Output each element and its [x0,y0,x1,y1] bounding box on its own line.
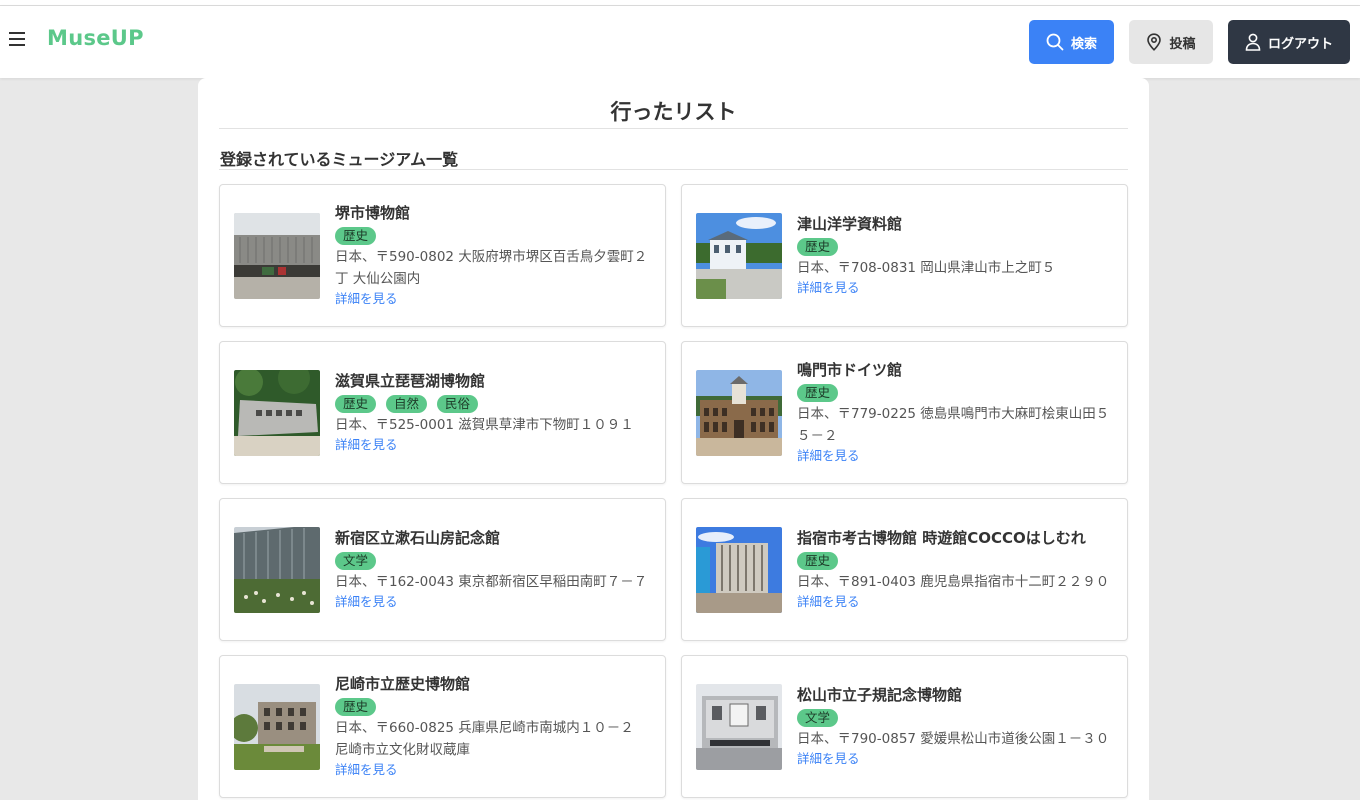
museum-name: 松山市立子規記念博物館 [797,686,963,704]
museum-name: 堺市博物館 [335,204,411,222]
post-button[interactable]: 投稿 [1129,20,1213,64]
page-title: 行ったリスト [610,100,737,124]
museum-card[interactable]: 尼崎市立歴史博物館 歴史 日本、〒660-0825 兵庫県尼崎市南城内１０－２ … [219,655,666,798]
museum-card[interactable]: 新宿区立漱石山房記念館 文学 日本、〒162-0043 東京都新宿区早稲田南町７… [219,498,666,641]
tag-list: 歴史 [335,227,651,245]
details-link[interactable]: 詳細を見る [797,279,1113,297]
category-tag: 歴史 [335,395,377,413]
search-button-label: 検索 [1070,36,1097,52]
tag-list: 文学 [335,552,651,570]
category-tag: 文学 [335,552,377,570]
details-link[interactable]: 詳細を見る [335,761,651,779]
museum-photo [234,526,320,613]
museum-address: 日本、〒708-0831 岡山県津山市上之町５ [797,260,1056,276]
museum-grid: 堺市博物館 歴史 日本、〒590-0802 大阪府堺市堺区百舌鳥夕雲町２丁 大仙… [219,184,1128,798]
museum-name: 津山洋学資料館 [797,215,903,233]
category-tag: 歴史 [797,552,839,570]
museum-name: 指宿市考古博物館 時遊館COCCOはしむれ [797,529,1086,547]
logout-button[interactable]: ログアウト [1228,20,1350,64]
museum-address: 日本、〒790-0857 愛媛県松山市道後公園１－３０ [797,731,1110,747]
menu-icon[interactable] [9,32,25,46]
tag-list: 文学 [797,709,1113,727]
museum-card[interactable]: 松山市立子規記念博物館 文学 日本、〒790-0857 愛媛県松山市道後公園１－… [681,655,1128,798]
tag-list: 歴史 [797,238,1113,256]
category-tag: 歴史 [335,698,377,716]
museum-photo [696,369,782,456]
tag-list: 歴史 [797,384,1113,402]
museum-address: 日本、〒891-0403 鹿児島県指宿市十二町２２９０ [797,574,1110,590]
details-link[interactable]: 詳細を見る [797,593,1113,611]
category-tag: 歴史 [797,384,839,402]
category-tag: 歴史 [797,238,839,256]
museum-photo [234,369,320,456]
museum-address: 日本、〒525-0001 滋賀県草津市下物町１０９１ [335,417,634,433]
details-link[interactable]: 詳細を見る [335,290,651,308]
museum-name: 鳴門市ドイツ館 [797,361,903,379]
tag-list: 歴史 [335,698,651,716]
museum-address: 日本、〒162-0043 東京都新宿区早稲田南町７－７ [335,574,648,590]
museum-address: 日本、〒779-0225 徳島県鳴門市大麻町桧東山田５５－２ [797,406,1110,444]
museum-address: 日本、〒590-0802 大阪府堺市堺区百舌鳥夕雲町２丁 大仙公園内 [335,249,648,287]
search-button[interactable]: 検索 [1029,20,1114,64]
app-header: MuseUP 検索 投稿 ログアウト [0,6,1360,78]
logout-button-label: ログアウト [1267,36,1333,52]
app-logo[interactable]: MuseUP [47,26,144,50]
details-link[interactable]: 詳細を見る [797,750,1113,768]
museum-photo [234,212,320,299]
museum-photo [234,683,320,770]
map-pin-icon [1147,33,1162,51]
section-title: 登録されているミュージアム一覧 [220,150,459,169]
section-divider [219,169,1128,170]
visited-list-panel: 行ったリスト 登録されているミュージアム一覧 堺市博物館 歴史 日本、〒590-… [198,78,1149,800]
tag-list: 歴史 自然 民俗 [335,395,651,413]
museum-name: 新宿区立漱石山房記念館 [335,529,501,547]
museum-name: 滋賀県立琵琶湖博物館 [335,372,486,390]
museum-photo [696,212,782,299]
museum-card[interactable]: 鳴門市ドイツ館 歴史 日本、〒779-0225 徳島県鳴門市大麻町桧東山田５５－… [681,341,1128,484]
museum-card[interactable]: 滋賀県立琵琶湖博物館 歴史 自然 民俗 日本、〒525-0001 滋賀県草津市下… [219,341,666,484]
title-divider [219,128,1128,129]
museum-name: 尼崎市立歴史博物館 [335,675,471,693]
museum-card[interactable]: 津山洋学資料館 歴史 日本、〒708-0831 岡山県津山市上之町５ 詳細を見る [681,184,1128,327]
details-link[interactable]: 詳細を見る [797,447,1113,465]
user-icon [1245,33,1261,51]
post-button-label: 投稿 [1169,36,1196,52]
details-link[interactable]: 詳細を見る [335,436,651,454]
details-link[interactable]: 詳細を見る [335,593,651,611]
museum-address: 日本、〒660-0825 兵庫県尼崎市南城内１０－２ 尼崎市立文化財収蔵庫 [335,720,634,758]
museum-photo [696,526,782,613]
category-tag: 民俗 [437,395,479,413]
museum-card[interactable]: 堺市博物館 歴史 日本、〒590-0802 大阪府堺市堺区百舌鳥夕雲町２丁 大仙… [219,184,666,327]
search-icon [1046,33,1064,51]
category-tag: 文学 [797,709,839,727]
tag-list: 歴史 [797,552,1113,570]
category-tag: 歴史 [335,227,377,245]
museum-photo [696,683,782,770]
museum-card[interactable]: 指宿市考古博物館 時遊館COCCOはしむれ 歴史 日本、〒891-0403 鹿児… [681,498,1128,641]
category-tag: 自然 [386,395,428,413]
